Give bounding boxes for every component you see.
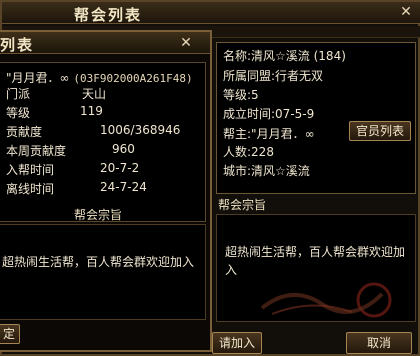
member-info-title: 列表: [0, 36, 35, 54]
guild-alliance: 所属同盟:行者无双: [223, 69, 324, 83]
close-icon[interactable]: ✕: [178, 35, 194, 51]
field-level-label: 等级: [6, 106, 31, 120]
member-info-titlebar[interactable]: 列表 ✕: [0, 32, 210, 54]
tianlong-logo-icon: [260, 282, 392, 318]
guild-tenet-heading: 帮会宗旨: [218, 198, 267, 212]
field-weekly-contribution-value: 960: [112, 142, 135, 156]
guild-level: 等级:5: [223, 88, 259, 102]
field-offline-time-value: 24-7-24: [100, 180, 147, 194]
apply-join-button[interactable]: 请加入: [212, 332, 262, 354]
field-contribution-value: 1006/368946: [100, 123, 181, 137]
guild-list-titlebar[interactable]: 帮会列表 ✕: [2, 2, 420, 24]
member-tenet-box: 超热闹生活帮，百人帮会群欢迎加入: [0, 224, 206, 320]
guild-info-panel: 名称:清风☆溪流 (184) 所属同盟:行者无双 等级:5 成立时间:07-5-…: [216, 42, 416, 194]
member-tenet-text: 超热闹生活帮，百人帮会群欢迎加入: [2, 255, 195, 269]
field-sect-value: 天山: [82, 87, 107, 101]
member-tenet-heading: 帮会宗旨: [74, 208, 123, 222]
guild-member-count: 人数:228: [223, 145, 274, 159]
guild-name: 名称:清风☆溪流 (184): [223, 49, 346, 63]
member-name: "月月君．∞ (03F902000A261F48): [6, 69, 193, 86]
close-icon[interactable]: ✕: [398, 4, 414, 20]
field-level-value: 119: [80, 104, 103, 118]
field-weekly-contribution-label: 本周贡献度: [6, 144, 67, 158]
guild-city: 城市:清风☆溪流: [223, 164, 310, 178]
member-info-window: 列表 ✕ "月月君．∞ (03F902000A261F48) 门派 天山 等级 …: [0, 30, 212, 352]
field-join-time-label: 入帮时间: [6, 163, 55, 177]
member-name-text: "月月君．∞: [6, 71, 70, 85]
guild-founded: 成立时间:07-5-9: [223, 107, 315, 121]
officers-list-button[interactable]: 官员列表: [349, 121, 411, 141]
field-join-time-value: 20-7-2: [100, 161, 140, 175]
cancel-button[interactable]: 取消: [346, 332, 412, 354]
confirm-button[interactable]: 定: [0, 324, 20, 344]
guild-list-title: 帮会列表: [74, 6, 143, 24]
field-sect-label: 门派: [6, 87, 31, 101]
guild-leader: 帮主:"月月君．∞: [223, 127, 315, 141]
field-offline-time-label: 离线时间: [6, 182, 55, 196]
member-details-panel: "月月君．∞ (03F902000A261F48) 门派 天山 等级 119 贡…: [0, 62, 206, 222]
field-contribution-label: 贡献度: [6, 125, 43, 139]
member-id: (03F902000A261F48): [73, 72, 193, 85]
